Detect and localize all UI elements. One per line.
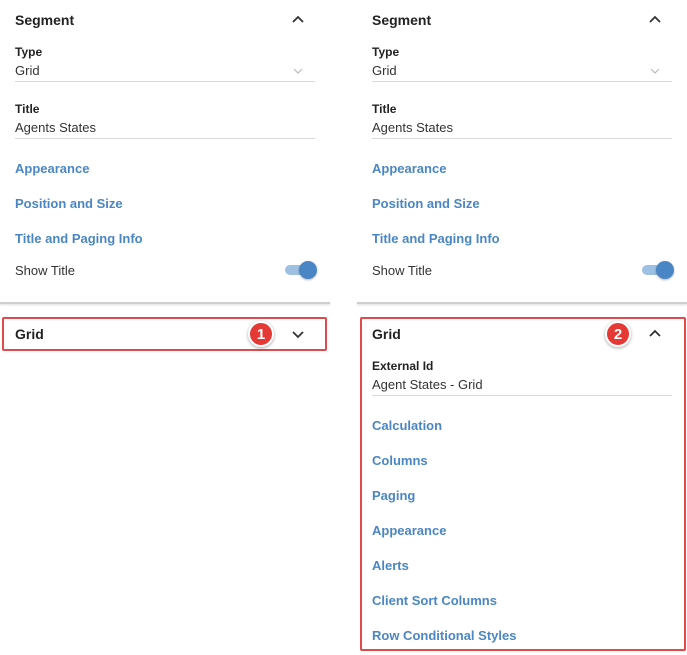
- chevron-down-icon: [293, 68, 303, 74]
- external-id-underline: [372, 395, 672, 396]
- type-select-value[interactable]: Grid: [15, 63, 40, 78]
- external-id-input[interactable]: Agent States - Grid: [372, 377, 483, 392]
- type-label: Type: [372, 45, 400, 59]
- grid-section-title[interactable]: Grid: [15, 326, 44, 342]
- grid-expand-button[interactable]: [288, 324, 308, 344]
- appearance-link[interactable]: Appearance: [15, 161, 89, 176]
- grid-section-title[interactable]: Grid: [372, 326, 401, 342]
- title-input-underline: [372, 138, 672, 139]
- type-select-dropdown[interactable]: [645, 61, 665, 81]
- title-input-underline: [15, 138, 315, 139]
- chevron-down-icon: [292, 331, 304, 339]
- segment-collapse-button[interactable]: [288, 10, 308, 30]
- chevron-up-icon: [649, 329, 661, 337]
- grid-appearance-link[interactable]: Appearance: [372, 523, 446, 538]
- toggle-knob: [299, 261, 317, 279]
- toggle-knob: [656, 261, 674, 279]
- alerts-link[interactable]: Alerts: [372, 558, 409, 573]
- type-select-underline: [15, 81, 315, 82]
- section-divider: [0, 302, 330, 304]
- segment-collapse-button[interactable]: [645, 10, 665, 30]
- position-size-link[interactable]: Position and Size: [372, 196, 480, 211]
- segment-section-title: Segment: [372, 12, 432, 28]
- step-badge: 1: [248, 321, 274, 347]
- section-divider: [357, 302, 687, 304]
- step-badge: 2: [605, 321, 631, 347]
- position-size-link[interactable]: Position and Size: [15, 196, 123, 211]
- type-label: Type: [15, 45, 43, 59]
- client-sort-columns-link[interactable]: Client Sort Columns: [372, 593, 497, 608]
- title-label: Title: [15, 102, 40, 116]
- show-title-toggle[interactable]: [285, 261, 317, 279]
- chevron-up-icon: [292, 15, 304, 23]
- type-select-value[interactable]: Grid: [372, 63, 397, 78]
- calculation-link[interactable]: Calculation: [372, 418, 442, 433]
- right-properties-panel: Segment Type Grid Title Agents States Ap…: [357, 0, 687, 655]
- grid-section-highlight: [2, 317, 327, 351]
- title-label: Title: [372, 102, 397, 116]
- show-title-label: Show Title: [15, 263, 75, 278]
- left-properties-panel: Segment Type Grid Title Agents States Ap…: [0, 0, 330, 655]
- appearance-link[interactable]: Appearance: [372, 161, 446, 176]
- title-input[interactable]: Agents States: [15, 120, 96, 135]
- row-conditional-styles-link[interactable]: Row Conditional Styles: [372, 628, 516, 643]
- title-paging-info-link[interactable]: Title and Paging Info: [372, 231, 500, 246]
- columns-link[interactable]: Columns: [372, 453, 428, 468]
- title-input[interactable]: Agents States: [372, 120, 453, 135]
- show-title-label: Show Title: [372, 263, 432, 278]
- segment-section-title: Segment: [15, 12, 75, 28]
- external-id-label: External Id: [372, 359, 434, 373]
- chevron-down-icon: [650, 68, 660, 74]
- grid-collapse-button[interactable]: [645, 324, 665, 344]
- chevron-up-icon: [649, 15, 661, 23]
- title-paging-info-link[interactable]: Title and Paging Info: [15, 231, 143, 246]
- type-select-underline: [372, 81, 672, 82]
- paging-link[interactable]: Paging: [372, 488, 415, 503]
- type-select-dropdown[interactable]: [288, 61, 308, 81]
- show-title-toggle[interactable]: [642, 261, 674, 279]
